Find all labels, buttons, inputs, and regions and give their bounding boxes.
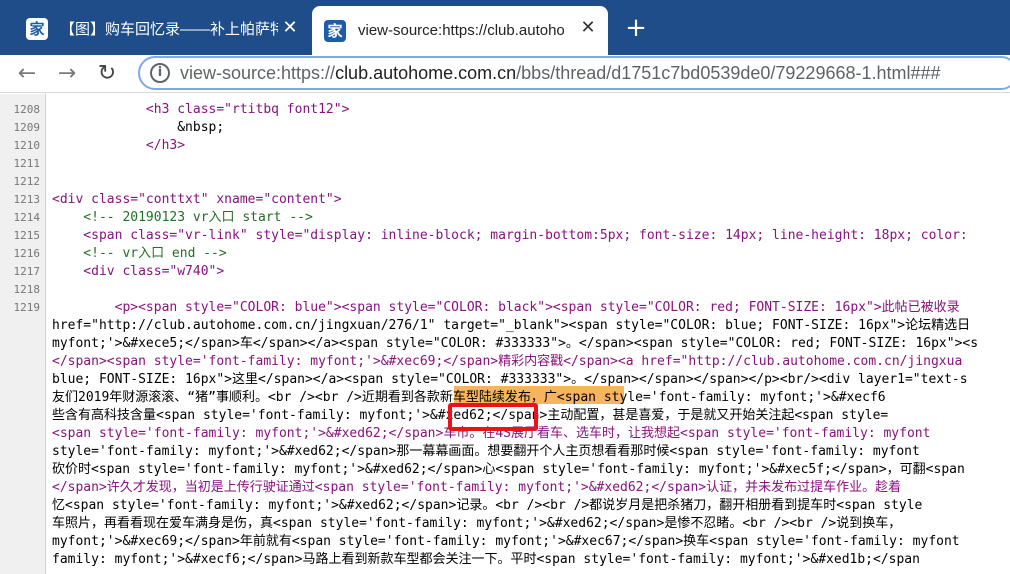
line-number: 1216 [13,247,41,260]
source-line: style='font-family: myfont;'>&#xed62;</s… [0,443,1010,461]
info-icon[interactable]: i [150,63,170,83]
line-code: &nbsp; [52,120,225,135]
tab-post[interactable]: 家 【图】购车回忆录——补上帕萨特 ✕ [14,6,310,51]
source-line: 1217 <div class="w740"> [0,263,1010,281]
source-line: 1213 <div class="conttxt" xname="content"… [0,191,1010,209]
source-line: 1211 [0,155,1010,173]
line-number: 1219 [13,301,41,314]
source-line: myfont;'>&#xec69;</span>年前就有<span style=… [0,533,1010,551]
source-line: 1219 <p><span style="COLOR: blue"><span … [0,299,1010,317]
line-code: <div class="w740"> [52,264,225,279]
source-line: </span>许久才发现，当初是上传行驶证通过<span style='font… [0,479,1010,497]
line-code: 砍价时<span style='font-family: myfont;'>&#… [52,462,965,477]
source-line: 1216 <!-- vr入口 end --> [0,245,1010,263]
close-icon[interactable]: ✕ [280,18,300,38]
source-line: 砍价时<span style='font-family: myfont;'>&#… [0,461,1010,479]
line-code: </span>许久才发现，当初是上传行驶证通过<span style='font… [52,480,902,495]
line-code: <h3 class="rtitbq font12"> [52,102,350,117]
line-code: <!-- 20190123 vr入口 start --> [52,210,313,225]
line-code: family: myfont;'>&#xecf6;</span>马路上看到新款车… [52,552,920,567]
autohome-favicon-icon: 家 [324,19,346,42]
line-code: </span><span style='font-family: myfont;… [52,354,963,369]
source-line: 车照片，再看看现在爱车满身是伤，真<span style='font-famil… [0,515,1010,533]
line-code: myfont;'>&#xec69;</span>年前就有<span style=… [52,534,960,549]
line-code: style='font-family: myfont;'>&#xed62;</s… [52,444,920,459]
line-number: 1210 [13,139,41,152]
line-code: 车照片，再看看现在爱车满身是伤，真<span style='font-famil… [52,516,902,531]
line-code: <p><span style="COLOR: blue"><span style… [52,300,960,315]
forward-icon[interactable]: → [52,59,82,89]
source-line: myfont;'>&#xece5;</span>车</span></a><spa… [0,335,1010,353]
source-line: 忆<span style='font-family: myfont;'>&#xe… [0,497,1010,515]
source-line: 1218 [0,281,1010,299]
close-icon[interactable]: ✕ [578,18,598,38]
source-line: href="http://club.autohome.com.cn/jingxu… [0,317,1010,335]
tab-title: 【图】购车回忆录——补上帕萨特 [60,21,278,38]
line-number: 1212 [13,175,41,188]
source-line: blue; FONT-SIZE: 16px">这里</span></a><spa… [0,371,1010,389]
line-code: href="http://club.autohome.com.cn/jingxu… [52,318,971,333]
url-path: /bbs/thread/d1751c7bd0539de0/79229668-1.… [516,62,941,83]
line-code: 忆<span style='font-family: myfont;'>&#xe… [52,498,923,513]
source-line: 1214 <!-- 20190123 vr入口 start --> [0,209,1010,227]
line-number: 1214 [13,211,41,224]
source-line: 1208 <h3 class="rtitbq font12"> [0,101,1010,119]
line-number: 1218 [13,283,41,296]
source-line: family: myfont;'>&#xecf6;</span>马路上看到新款车… [0,551,1010,569]
source-line: 1215 <span class="vr-link" style="displa… [0,227,1010,245]
line-number: 1211 [13,157,41,170]
source-line: </span><span style='font-family: myfont;… [0,353,1010,371]
line-code: blue; FONT-SIZE: 16px">这里</span></a><spa… [52,372,968,387]
back-icon[interactable]: ← [12,59,42,89]
source-viewer[interactable]: 1208 <h3 class="rtitbq font12"> 1209 &nbs… [0,94,1010,574]
line-code: <div class="conttxt" xname="content"> [52,192,342,207]
new-tab-button[interactable]: + [622,14,650,42]
source-line: 1212 [0,173,1010,191]
tab-strip: 家 【图】购车回忆录——补上帕萨特 ✕ 家 view-source:https:… [0,0,1010,55]
browser-toolbar: ← → ↻ i view-source:https://club.autohom… [0,55,1010,93]
reload-icon[interactable]: ↻ [92,59,122,89]
line-code: <span class="vr-link" style="display: in… [52,228,968,243]
line-number: 1208 [13,103,41,116]
line-number: 1213 [13,193,41,206]
address-bar[interactable]: i view-source:https://club.autohome.com.… [138,56,1010,90]
tab-title: view-source:https://club.autoho [358,22,565,39]
line-number: 1217 [13,265,41,278]
line-code: myfont;'>&#xece5;</span>车</span></a><spa… [52,336,979,351]
red-annotation-box [448,403,538,431]
source-line: 1209 &nbsp; [0,119,1010,137]
url-host: club.autohome.com.cn [335,62,517,83]
tab-view-source[interactable]: 家 view-source:https://club.autoho ✕ [312,6,608,55]
line-code: <!-- vr入口 end --> [52,246,227,261]
autohome-favicon-icon: 家 [26,17,48,40]
url-text[interactable]: view-source:https://club.autohome.com.cn… [180,63,941,84]
line-code: </h3> [52,138,186,153]
source-line: 1210 </h3> [0,137,1010,155]
line-number: 1215 [13,229,41,242]
line-number: 1209 [13,121,41,134]
url-prefix: view-source:https:// [180,62,336,83]
